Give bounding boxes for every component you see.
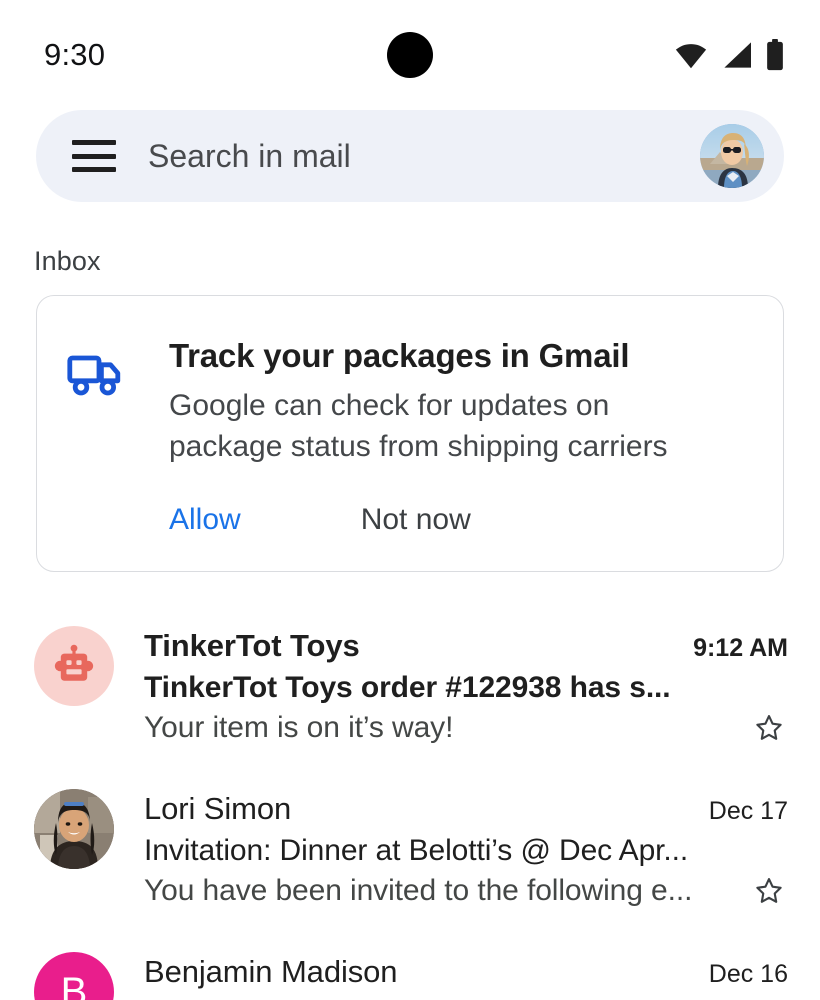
email-list: TinkerTot Toys 9:12 AM TinkerTot Toys or…: [0, 602, 820, 1000]
search-input[interactable]: Search in mail: [148, 138, 700, 175]
package-tracking-promo-card: Track your packages in Gmail Google can …: [36, 295, 784, 573]
robot-icon: [54, 645, 94, 682]
email-snippet-line: Your item is on it’s way!: [144, 711, 788, 745]
email-content: Lori Simon Dec 17 Invitation: Dinner at …: [144, 789, 788, 908]
hamburger-menu-icon[interactable]: [72, 140, 116, 172]
not-now-button[interactable]: Not now: [361, 503, 471, 537]
email-content: Benjamin Madison Dec 16: [144, 952, 788, 990]
email-timestamp: 9:12 AM: [693, 634, 788, 663]
account-avatar[interactable]: [700, 124, 764, 188]
email-timestamp: Dec 17: [708, 797, 788, 826]
status-bar: 9:30: [0, 0, 820, 110]
email-list-item[interactable]: B Benjamin Madison Dec 16: [0, 928, 820, 1000]
promo-card-body: Track your packages in Gmail Google can …: [169, 336, 749, 537]
contact-photo: [34, 789, 114, 870]
email-subject: Invitation: Dinner at Belotti’s @ Dec Ap…: [144, 834, 689, 868]
wifi-icon: [674, 41, 708, 69]
email-sender: TinkerTot Toys: [144, 628, 360, 664]
email-header-line: TinkerTot Toys 9:12 AM: [144, 628, 788, 664]
email-header-line: Lori Simon Dec 17: [144, 791, 788, 827]
email-timestamp: Dec 16: [708, 960, 788, 989]
inbox-label: Inbox: [34, 246, 101, 276]
promo-card-title: Track your packages in Gmail: [169, 337, 630, 374]
email-header-line: Benjamin Madison Dec 16: [144, 954, 788, 990]
email-subject: TinkerTot Toys order #122938 has s...: [144, 671, 671, 705]
allow-button[interactable]: Allow: [169, 503, 241, 537]
battery-icon: [766, 39, 784, 71]
sender-avatar[interactable]: [34, 626, 114, 707]
email-snippet: Your item is on it’s way!: [144, 711, 454, 745]
search-bar-container: Search in mail: [0, 110, 820, 202]
email-content: TinkerTot Toys 9:12 AM TinkerTot Toys or…: [144, 626, 788, 745]
star-outline-icon[interactable]: [752, 874, 788, 908]
search-bar[interactable]: Search in mail: [36, 110, 784, 202]
promo-card-actions: Allow Not now: [169, 503, 749, 537]
delivery-truck-icon: [65, 352, 127, 398]
star-outline-icon[interactable]: [752, 711, 788, 745]
sender-avatar[interactable]: B: [34, 952, 114, 1000]
status-bar-time: 9:30: [44, 37, 106, 72]
email-sender: Benjamin Madison: [144, 954, 398, 990]
email-sender: Lori Simon: [144, 791, 292, 827]
email-list-item[interactable]: Lori Simon Dec 17 Invitation: Dinner at …: [0, 765, 820, 928]
sender-avatar[interactable]: [34, 789, 114, 870]
email-snippet: You have been invited to the following e…: [144, 874, 693, 908]
email-snippet-line: You have been invited to the following e…: [144, 874, 788, 908]
avatar-initial: B: [60, 969, 88, 1000]
avatar-photo-graphic: [700, 124, 764, 188]
camera-punch-hole: [387, 32, 433, 78]
status-bar-icons: [674, 39, 784, 71]
promo-card-description: Google can check for updates on package …: [169, 389, 668, 463]
cellular-signal-icon: [721, 41, 753, 69]
email-list-item[interactable]: TinkerTot Toys 9:12 AM TinkerTot Toys or…: [0, 602, 820, 765]
